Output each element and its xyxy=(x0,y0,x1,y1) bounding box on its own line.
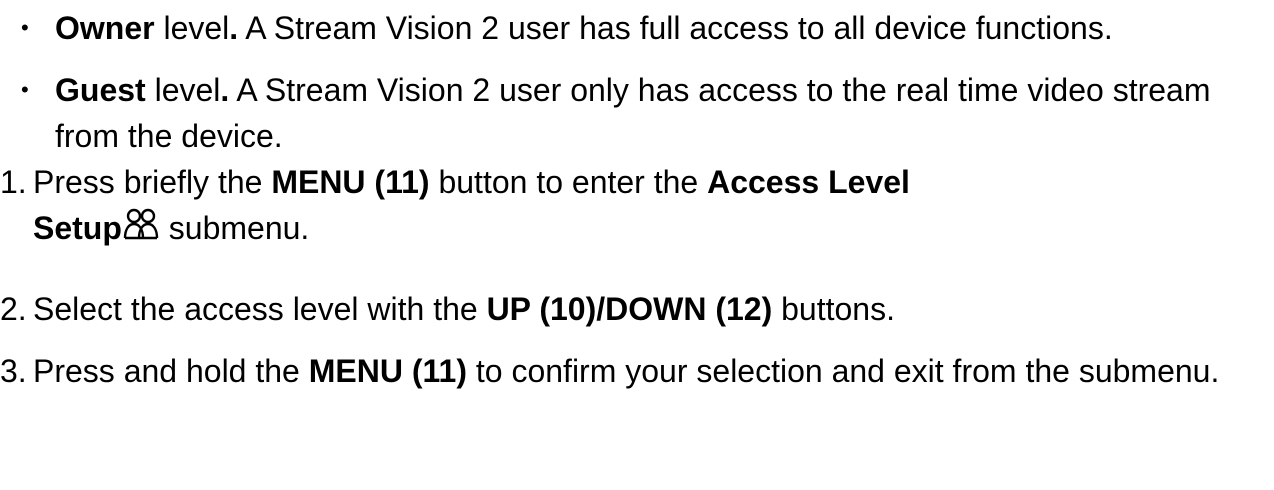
owner-description: A Stream Vision 2 user has full access t… xyxy=(238,10,1113,46)
guest-level-text: level xyxy=(145,72,221,108)
step-2-text-b: buttons. xyxy=(772,291,895,327)
menu-button-label: MENU (11) xyxy=(308,353,467,389)
guest-description: A Stream Vision 2 user only has access t… xyxy=(55,72,1211,154)
people-icon xyxy=(123,207,159,241)
step-3: 3. Press and hold the MENU (11) to confi… xyxy=(0,348,1274,440)
step-3-text-b: to confirm your selection and exit from … xyxy=(466,353,1220,389)
guest-dot: . xyxy=(220,72,230,108)
step-number: 3. xyxy=(0,353,27,389)
step-1-text-b: button to enter the xyxy=(429,164,708,200)
step-1: 1. Press briefly the MENU (11) button to… xyxy=(0,159,1274,269)
step-text: Select the access level with the UP (10)… xyxy=(33,286,895,332)
owner-dot: . xyxy=(229,10,239,46)
bullet-item-guest: • Guest level. A Stream Vision 2 user on… xyxy=(0,67,1274,159)
step-number: 2. xyxy=(0,291,27,327)
owner-label: Owner xyxy=(55,10,155,46)
bullet-text: Owner level. A Stream Vision 2 user has … xyxy=(55,5,1113,51)
bullet-item-owner: • Owner level. A Stream Vision 2 user ha… xyxy=(0,5,1274,51)
step-number: 1. xyxy=(0,164,27,200)
up-down-buttons-label: UP (10)/DOWN (12) xyxy=(486,291,773,327)
step-1-text-c: submenu. xyxy=(159,210,310,246)
bullet-icon: • xyxy=(21,77,29,102)
step-2: 2. Select the access level with the UP (… xyxy=(0,286,1274,332)
bullet-icon: • xyxy=(21,15,29,40)
step-1-text-a: Press briefly the xyxy=(33,164,272,200)
access-level-label: Access Level xyxy=(707,164,910,200)
menu-button-label: MENU (11) xyxy=(271,164,430,200)
owner-level-text: level xyxy=(154,10,230,46)
step-text: Press and hold the MENU (11) to confirm … xyxy=(33,348,1253,394)
step-2-text-a: Select the access level with the xyxy=(33,291,487,327)
bullet-text: Guest level. A Stream Vision 2 user only… xyxy=(55,67,1245,159)
guest-label: Guest xyxy=(55,72,146,108)
setup-label: Setup xyxy=(33,210,122,246)
step-3-text-a: Press and hold the xyxy=(33,353,309,389)
document-page: • Owner level. A Stream Vision 2 user ha… xyxy=(0,0,1274,490)
step-text: Press briefly the MENU (11) button to en… xyxy=(33,159,910,251)
